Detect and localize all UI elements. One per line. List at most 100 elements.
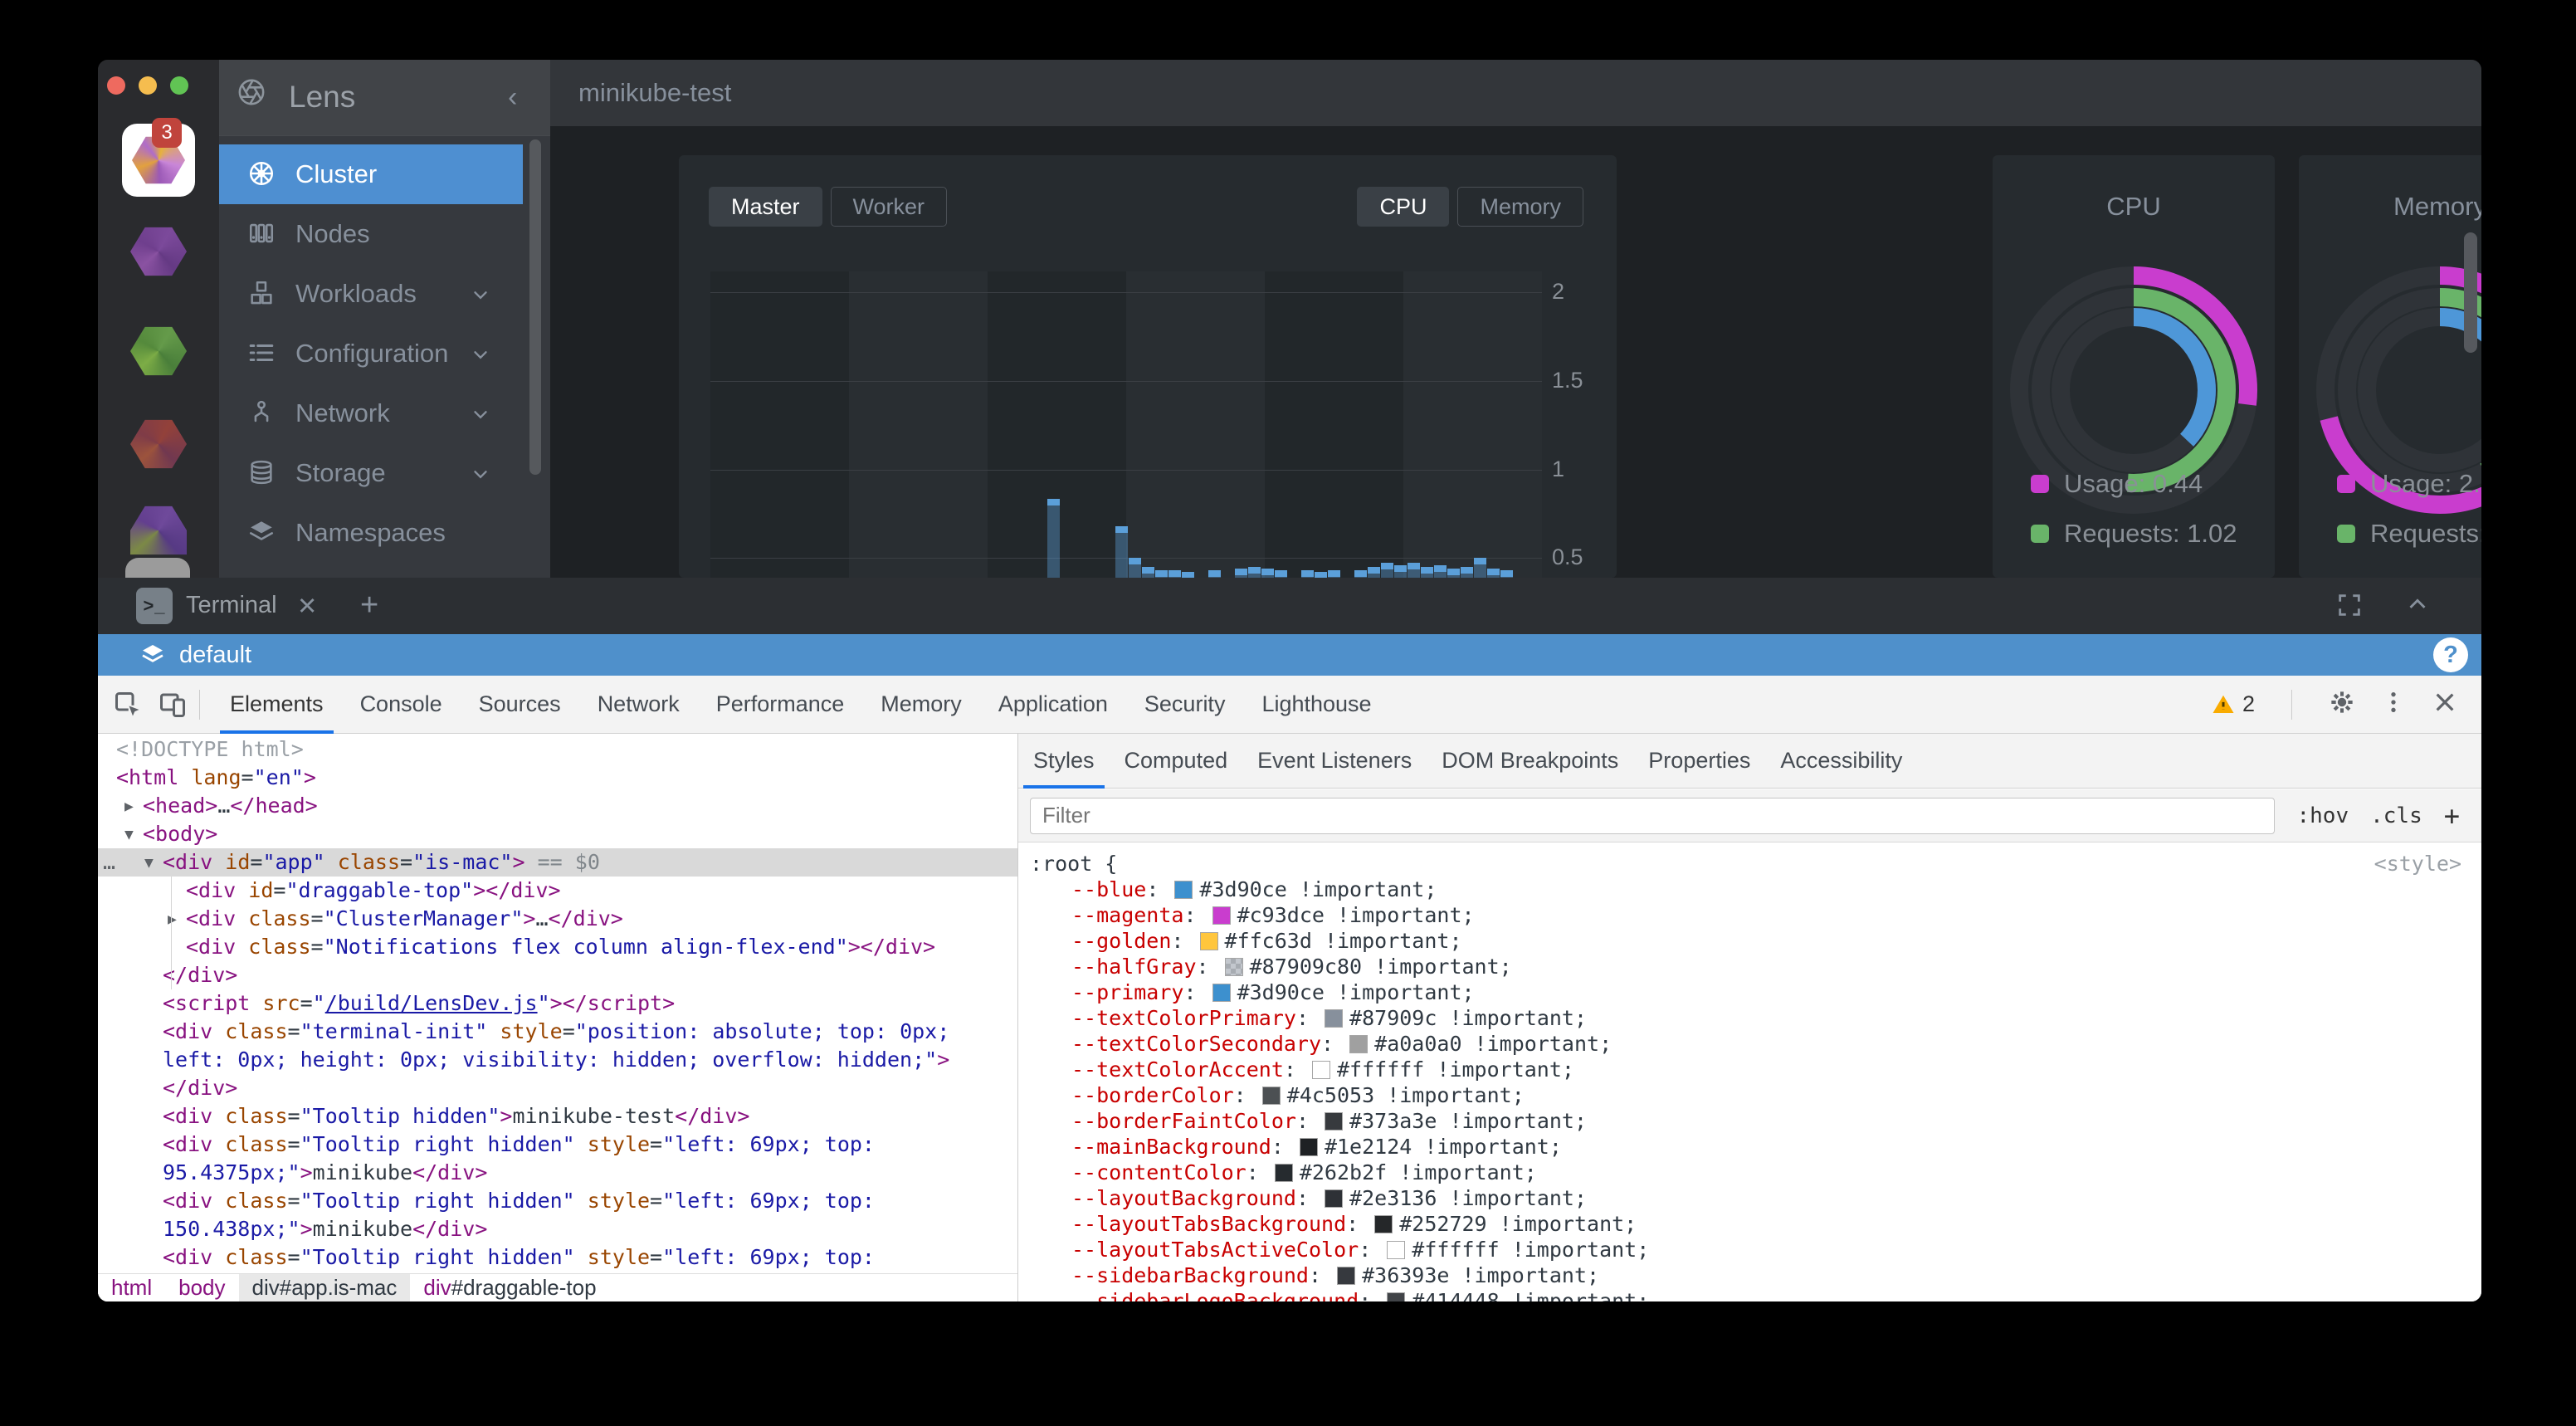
devtools-tab-application[interactable]: Application bbox=[980, 676, 1126, 734]
color-swatch[interactable] bbox=[1275, 1164, 1293, 1182]
dom-node-line[interactable]: 150.438px;">minikube</div> bbox=[98, 1215, 1017, 1243]
devtools-tab-console[interactable]: Console bbox=[342, 676, 461, 734]
sidebar-item-namespaces[interactable]: Namespaces bbox=[219, 503, 523, 563]
dom-node-line[interactable]: <div class="Notifications flex column al… bbox=[98, 933, 1017, 961]
dom-node-line[interactable]: <div class="Tooltip right hidden" style=… bbox=[98, 1187, 1017, 1215]
css-variable-sidebarLogoBackground[interactable]: --sidebarLogoBackground: #414448 !import… bbox=[1018, 1288, 2481, 1301]
css-variable-layoutTabsActiveColor[interactable]: --layoutTabsActiveColor: #ffffff !import… bbox=[1018, 1237, 2481, 1262]
css-variable-layoutBackground[interactable]: --layoutBackground: #2e3136 !important; bbox=[1018, 1185, 2481, 1211]
dom-node-line[interactable]: </div> bbox=[98, 961, 1017, 989]
dom-node-line[interactable]: <div id="draggable-top"></div> bbox=[98, 877, 1017, 905]
color-swatch[interactable] bbox=[1387, 1292, 1405, 1301]
sidebar-scrollbar[interactable] bbox=[529, 139, 541, 475]
css-source-link[interactable]: <style> bbox=[2374, 851, 2461, 877]
class-toggle[interactable]: .cls bbox=[2370, 803, 2422, 828]
css-variable-halfGray[interactable]: --halfGray: #87909c80 !important; bbox=[1018, 954, 2481, 979]
devtools-tab-performance[interactable]: Performance bbox=[698, 676, 863, 734]
devtools-settings-icon[interactable] bbox=[2329, 689, 2355, 720]
css-variable-sidebarBackground[interactable]: --sidebarBackground: #36393e !important; bbox=[1018, 1262, 2481, 1288]
namespace-bar[interactable]: default ? bbox=[98, 634, 2481, 676]
sidebar-item-nodes[interactable]: Nodes bbox=[219, 204, 523, 264]
devtools-menu-icon[interactable] bbox=[2380, 689, 2407, 720]
node-tab-worker[interactable]: Worker bbox=[831, 187, 948, 227]
css-variable-textColorSecondary[interactable]: --textColorSecondary: #a0a0a0 !important… bbox=[1018, 1031, 2481, 1057]
console-warnings-badge[interactable]: 2 bbox=[2211, 691, 2255, 717]
devtools-tab-network[interactable]: Network bbox=[579, 676, 698, 734]
dom-node-line[interactable]: <div class="terminal-init" style="positi… bbox=[98, 1018, 1017, 1046]
styles-subtab-computed[interactable]: Computed bbox=[1110, 734, 1243, 789]
metric-tab-memory[interactable]: Memory bbox=[1457, 187, 1583, 227]
content-scrollbar[interactable] bbox=[2464, 232, 2477, 353]
css-variable-borderColor[interactable]: --borderColor: #4c5053 !important; bbox=[1018, 1082, 2481, 1108]
dock-fullscreen-icon[interactable] bbox=[2335, 591, 2364, 623]
color-swatch[interactable] bbox=[1212, 906, 1231, 925]
sidebar-item-cluster[interactable]: Cluster bbox=[219, 144, 523, 204]
cluster-item-violet[interactable] bbox=[130, 505, 187, 556]
chevron-down-icon[interactable] bbox=[470, 344, 491, 369]
styles-subtab-dom-breakpoints[interactable]: DOM Breakpoints bbox=[1427, 734, 1633, 789]
color-swatch[interactable] bbox=[1200, 932, 1218, 950]
chevron-down-icon[interactable] bbox=[470, 463, 491, 489]
color-swatch[interactable] bbox=[1300, 1138, 1318, 1156]
disclosure-right-icon[interactable]: ▶ bbox=[124, 793, 134, 821]
sidebar-item-network[interactable]: Network bbox=[219, 383, 523, 443]
styles-subtab-accessibility[interactable]: Accessibility bbox=[1765, 734, 1917, 789]
cluster-item-green[interactable] bbox=[130, 325, 187, 377]
dom-node-line[interactable]: ▶<div class="ClusterManager">…</div> bbox=[98, 905, 1017, 933]
color-swatch[interactable] bbox=[1325, 1112, 1343, 1131]
devtools-tab-sources[interactable]: Sources bbox=[461, 676, 579, 734]
dom-node-line[interactable]: left: 0px; height: 0px; visibility: hidd… bbox=[98, 1046, 1017, 1074]
pseudo-state-toggle[interactable]: :hov bbox=[2296, 803, 2349, 828]
new-style-rule-button[interactable]: + bbox=[2444, 800, 2460, 832]
dom-node-line[interactable]: <div class="Tooltip right hidden" style=… bbox=[98, 1131, 1017, 1159]
dom-node-line[interactable]: <html lang="en"> bbox=[98, 764, 1017, 792]
cluster-item-red[interactable] bbox=[130, 418, 187, 470]
css-variable-golden[interactable]: --golden: #ffc63d !important; bbox=[1018, 928, 2481, 954]
color-swatch[interactable] bbox=[1337, 1267, 1355, 1285]
styles-subtab-styles[interactable]: Styles bbox=[1018, 734, 1110, 789]
color-swatch[interactable] bbox=[1174, 881, 1193, 899]
chevron-down-icon[interactable] bbox=[470, 284, 491, 310]
disclosure-down-icon[interactable]: ▼ bbox=[124, 821, 134, 849]
css-variable-textColorPrimary[interactable]: --textColorPrimary: #87909c !important; bbox=[1018, 1005, 2481, 1031]
css-variable-primary[interactable]: --primary: #3d90ce !important; bbox=[1018, 979, 2481, 1005]
styles-subtab-event-listeners[interactable]: Event Listeners bbox=[1242, 734, 1427, 789]
color-swatch[interactable] bbox=[1312, 1061, 1330, 1079]
color-swatch[interactable] bbox=[1225, 958, 1243, 976]
dom-node-line[interactable]: ▶<head>…</head> bbox=[98, 792, 1017, 820]
color-swatch[interactable] bbox=[1325, 1189, 1343, 1208]
sidebar-item-workloads[interactable]: Workloads bbox=[219, 264, 523, 324]
color-swatch[interactable] bbox=[1262, 1087, 1281, 1105]
dom-node-selected[interactable]: …▼<div id="app" class="is-mac"> == $0 bbox=[98, 848, 1017, 877]
cluster-item-purple[interactable] bbox=[130, 226, 187, 277]
css-variable-mainBackground[interactable]: --mainBackground: #1e2124 !important; bbox=[1018, 1134, 2481, 1160]
css-variable-blue[interactable]: --blue: #3d90ce !important; bbox=[1018, 877, 2481, 902]
devtools-tab-elements[interactable]: Elements bbox=[212, 676, 342, 734]
inspect-element-icon[interactable] bbox=[113, 690, 143, 720]
terminal-add-icon[interactable]: + bbox=[360, 588, 378, 623]
css-variable-magenta[interactable]: --magenta: #c93dce !important; bbox=[1018, 902, 2481, 928]
css-variable-borderFaintColor[interactable]: --borderFaintColor: #373a3e !important; bbox=[1018, 1108, 2481, 1134]
devtools-tab-memory[interactable]: Memory bbox=[862, 676, 980, 734]
dom-node-line[interactable]: ▼<body> bbox=[98, 820, 1017, 848]
sidebar-item-configuration[interactable]: Configuration bbox=[219, 324, 523, 383]
styles-filter-input[interactable] bbox=[1030, 798, 2275, 834]
chevron-down-icon[interactable] bbox=[470, 403, 491, 429]
sidebar-item-storage[interactable]: Storage bbox=[219, 443, 523, 503]
traffic-light-close[interactable] bbox=[107, 76, 125, 95]
sidebar-collapse-icon[interactable]: ‹ bbox=[508, 81, 517, 114]
dom-node-line[interactable]: </div> bbox=[98, 1074, 1017, 1102]
devtools-tab-security[interactable]: Security bbox=[1126, 676, 1244, 734]
styles-subtab-properties[interactable]: Properties bbox=[1633, 734, 1765, 789]
disclosure-down-icon[interactable]: ▼ bbox=[144, 849, 154, 877]
color-swatch[interactable] bbox=[1349, 1035, 1368, 1053]
disclosure-right-icon[interactable]: ▶ bbox=[168, 906, 177, 934]
breadcrumb-item[interactable]: div#app.is-mac bbox=[239, 1274, 411, 1302]
terminal-close-icon[interactable]: ✕ bbox=[297, 592, 317, 621]
color-swatch[interactable] bbox=[1387, 1241, 1405, 1259]
device-toolbar-icon[interactable] bbox=[158, 690, 188, 720]
traffic-light-zoom[interactable] bbox=[170, 76, 188, 95]
node-tab-master[interactable]: Master bbox=[709, 187, 822, 227]
breadcrumb-item[interactable]: body bbox=[165, 1274, 238, 1302]
metric-tab-cpu[interactable]: CPU bbox=[1357, 187, 1449, 227]
